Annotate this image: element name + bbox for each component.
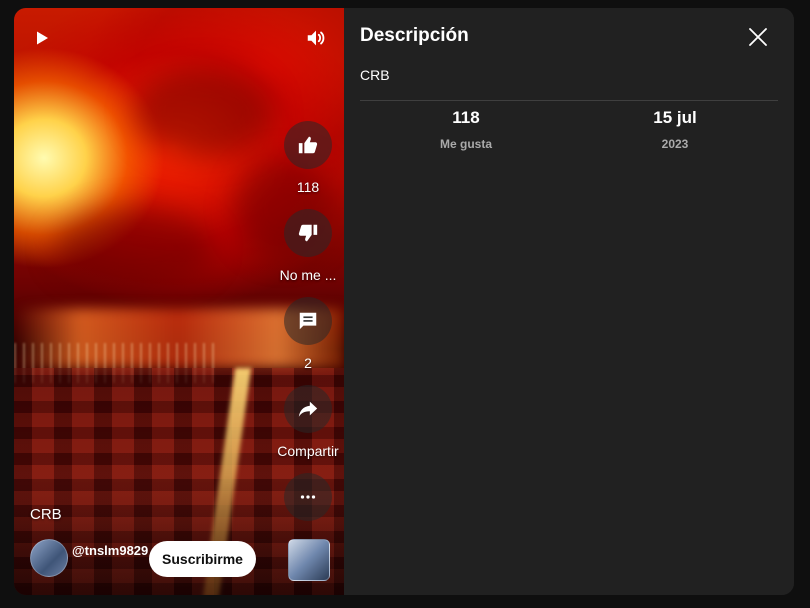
smoke-cloud: [54, 208, 214, 288]
more-actions-button[interactable]: [276, 473, 340, 521]
close-button[interactable]: [746, 25, 770, 49]
shorts-card: 118 No me ... 2 Compartir CRB @tnslm9829…: [14, 8, 794, 595]
play-button[interactable]: [30, 26, 54, 50]
volume-icon: [307, 30, 325, 46]
channel-handle[interactable]: @tnslm9829: [72, 542, 150, 560]
likes-value: 118: [452, 108, 480, 127]
description-panel: Descripción CRB 118 Me gusta 15 jul 2023: [344, 8, 794, 595]
divider: [360, 100, 778, 101]
like-count: 118: [296, 179, 320, 195]
sound-thumbnail[interactable]: [288, 539, 330, 581]
panel-title: Descripción: [360, 25, 469, 46]
thumbs-down-icon: [298, 224, 318, 242]
comments-button[interactable]: 2: [276, 297, 340, 371]
dislike-button[interactable]: No me ...: [276, 209, 340, 283]
share-button[interactable]: Compartir: [276, 385, 340, 459]
like-circle[interactable]: [284, 121, 332, 169]
close-icon: [749, 28, 767, 46]
video-title[interactable]: CRB: [30, 506, 62, 523]
share-circle[interactable]: [284, 385, 332, 433]
comment-count: 2: [304, 355, 312, 371]
date-stat: 15 jul 2023: [575, 108, 775, 151]
year-caption: 2023: [661, 137, 689, 151]
channel-row: @tnslm9829 Suscribirme: [30, 539, 330, 581]
share-icon: [298, 401, 318, 417]
channel-avatar[interactable]: [30, 539, 68, 577]
description-text: CRB: [360, 67, 390, 83]
like-button[interactable]: 118: [276, 121, 340, 195]
subscribe-button[interactable]: Suscribirme: [149, 541, 256, 577]
play-icon: [37, 31, 48, 45]
thumbs-up-icon: [298, 136, 318, 154]
volume-button[interactable]: [304, 26, 328, 50]
share-label: Compartir: [277, 443, 339, 459]
more-circle[interactable]: [284, 473, 332, 521]
likes-caption: Me gusta: [439, 137, 492, 151]
likes-stat: 118 Me gusta: [366, 108, 566, 151]
comment-icon: [299, 312, 317, 330]
video-player[interactable]: 118 No me ... 2 Compartir CRB @tnslm9829…: [14, 8, 344, 595]
more-icon: [300, 495, 316, 499]
dislike-circle[interactable]: [284, 209, 332, 257]
date-value: 15 jul: [653, 108, 697, 127]
smoke-cloud: [134, 68, 274, 158]
dislike-label: No me ...: [279, 267, 337, 283]
comments-circle[interactable]: [284, 297, 332, 345]
